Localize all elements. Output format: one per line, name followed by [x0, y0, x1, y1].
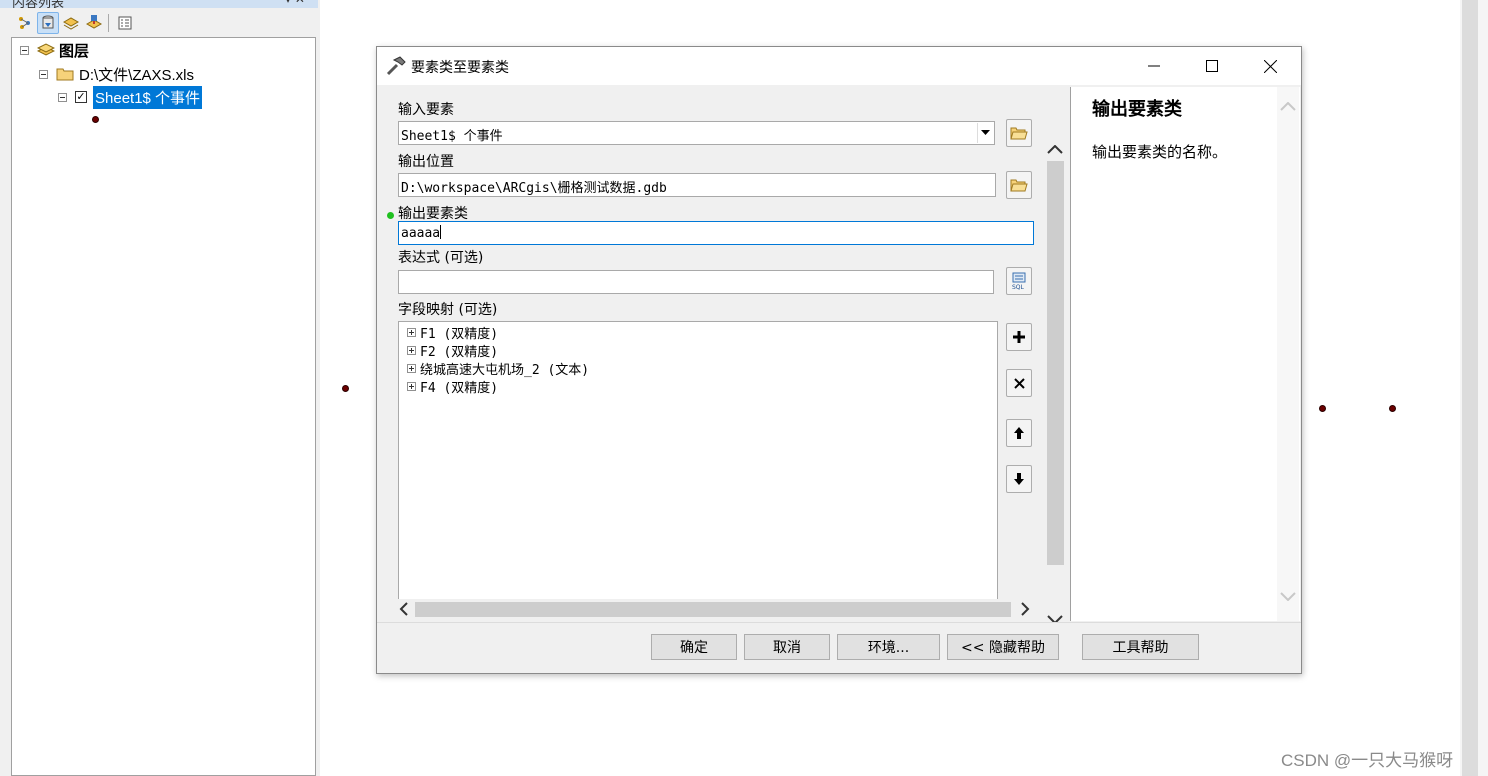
browse-input-button[interactable] — [1006, 119, 1032, 147]
horizontal-scrollbar[interactable] — [395, 599, 1035, 619]
chevron-left-icon[interactable] — [395, 601, 411, 617]
hide-help-button[interactable]: << 隐藏帮助 — [947, 634, 1059, 660]
collapse-icon[interactable] — [20, 45, 29, 55]
collapse-icon[interactable] — [39, 69, 48, 79]
move-down-button[interactable] — [1006, 465, 1032, 493]
tree-item-folder[interactable]: D:\文件\ZAXS.xls — [39, 64, 194, 84]
folder-icon — [56, 68, 74, 81]
input-features-combobox[interactable]: Sheet1$ 个事件 — [398, 121, 995, 145]
layer-point-symbol — [92, 116, 99, 123]
map-point-feature — [1389, 405, 1396, 412]
field-map-list[interactable]: F1 (双精度) F2 (双精度) 绕城高速大屯机场_2 (文本) F4 (双精… — [398, 321, 998, 615]
ok-button[interactable]: 确定 — [651, 634, 737, 660]
vertical-scrollbar[interactable] — [1044, 139, 1066, 627]
expand-icon[interactable] — [407, 327, 416, 337]
chevron-up-icon[interactable] — [1279, 99, 1297, 113]
hammer-icon — [386, 56, 406, 76]
text-cursor — [440, 225, 442, 239]
pin-icon[interactable]: ▾ ✕ — [285, 0, 305, 6]
add-field-button[interactable] — [1006, 323, 1032, 351]
field-map-item[interactable]: F4 (双精度) — [407, 377, 498, 396]
environments-button[interactable]: 环境... — [837, 634, 940, 660]
help-title: 输出要素类 — [1092, 99, 1182, 120]
tree-item-layer[interactable]: ✓ Sheet1$ 个事件 — [58, 85, 203, 109]
output-feature-class-value: aaaaa — [401, 226, 441, 241]
feature-class-to-feature-class-dialog: 要素类至要素类 输入要素 Sheet1$ 个事件 输出位置 D:\workspa… — [376, 46, 1302, 674]
field-map-item[interactable]: 绕城高速大屯机场_2 (文本) — [407, 359, 589, 378]
field-map-item[interactable]: F2 (双精度) — [407, 341, 498, 360]
chevron-right-icon[interactable] — [1017, 601, 1033, 617]
tree-item-layers[interactable]: 图层 — [20, 40, 89, 60]
chevron-down-icon[interactable] — [977, 123, 993, 143]
svg-text:SQL: SQL — [1012, 284, 1025, 290]
tree-label-layer[interactable]: Sheet1$ 个事件 — [93, 85, 203, 109]
toc-title: 内容列表 — [12, 0, 65, 8]
delete-icon — [1013, 377, 1025, 389]
list-by-drawing-order-icon[interactable] — [14, 12, 36, 34]
expand-icon[interactable] — [407, 363, 416, 373]
maximize-button[interactable] — [1183, 47, 1241, 85]
output-location-label: 输出位置 — [398, 154, 454, 170]
output-location-input[interactable]: D:\workspace\ARCgis\栅格测试数据.gdb — [398, 173, 996, 197]
sql-builder-button[interactable]: SQL — [1006, 267, 1032, 295]
sql-icon: SQL — [1012, 272, 1026, 290]
parameters-pane: 输入要素 Sheet1$ 个事件 输出位置 D:\workspace\ARCgi… — [380, 87, 1069, 624]
move-up-button[interactable] — [1006, 419, 1032, 447]
watermark: CSDN @一只大马猴呀 — [1281, 751, 1454, 770]
chevron-up-icon[interactable] — [1046, 141, 1064, 157]
toc-toolbar — [10, 10, 310, 36]
field-map-item[interactable]: F1 (双精度) — [407, 323, 498, 342]
input-features-label: 输入要素 — [398, 102, 454, 118]
map-vertical-scrollbar[interactable] — [1460, 0, 1488, 776]
open-folder-icon — [1010, 127, 1028, 140]
open-folder-icon — [1010, 179, 1028, 192]
table-of-contents-panel: 内容列表 ▾ ✕ 图层 D:\文件\ZAXS.xls — [0, 0, 320, 776]
required-indicator-icon — [387, 212, 394, 219]
tree-label-layers: 图层 — [59, 42, 90, 60]
delete-field-button[interactable] — [1006, 369, 1032, 397]
dialog-title-bar[interactable]: 要素类至要素类 — [377, 47, 1301, 85]
layers-icon — [37, 43, 55, 56]
collapse-icon[interactable] — [58, 92, 67, 102]
tool-help-button[interactable]: 工具帮助 — [1082, 634, 1199, 660]
browse-output-location-button[interactable] — [1006, 171, 1032, 199]
plus-icon — [1013, 331, 1025, 343]
chevron-down-icon[interactable] — [1279, 589, 1297, 603]
expand-icon[interactable] — [407, 381, 416, 391]
help-scrollbar[interactable] — [1277, 87, 1299, 621]
field-map-label: 字段映射 (可选) — [398, 302, 498, 318]
map-point-feature — [342, 385, 349, 392]
minimize-button[interactable] — [1125, 47, 1183, 85]
expression-label: 表达式 (可选) — [398, 250, 484, 266]
arrow-up-icon — [1014, 427, 1024, 439]
help-pane: 输出要素类 输出要素类的名称。 — [1070, 87, 1300, 621]
options-icon[interactable] — [114, 12, 136, 34]
output-feature-class-label: 输出要素类 — [398, 206, 468, 222]
dialog-title: 要素类至要素类 — [411, 60, 509, 76]
tree-label-folder: D:\文件\ZAXS.xls — [79, 66, 195, 84]
help-body: 输出要素类的名称。 — [1092, 143, 1228, 161]
list-by-visibility-icon[interactable] — [60, 12, 82, 34]
arrow-down-icon — [1014, 473, 1024, 485]
list-by-source-icon[interactable] — [37, 12, 59, 34]
map-point-feature — [1319, 405, 1326, 412]
layer-visibility-checkbox[interactable]: ✓ — [75, 91, 87, 103]
output-feature-class-input[interactable]: aaaaa — [398, 221, 1034, 245]
close-button[interactable] — [1241, 47, 1299, 85]
scrollbar-thumb[interactable] — [1047, 161, 1064, 565]
toolbar-separator — [108, 14, 109, 32]
expand-icon[interactable] — [407, 345, 416, 355]
expression-input[interactable] — [398, 270, 994, 294]
dialog-button-bar: 确定 取消 环境... << 隐藏帮助 工具帮助 — [377, 622, 1301, 673]
toc-title-bar: 内容列表 ▾ ✕ — [0, 0, 318, 8]
cancel-button[interactable]: 取消 — [744, 634, 830, 660]
layer-tree: 图层 D:\文件\ZAXS.xls ✓ Sheet1$ 个事件 — [11, 37, 316, 776]
scrollbar-thumb[interactable] — [415, 602, 1011, 617]
input-features-value: Sheet1$ 个事件 — [401, 129, 503, 144]
list-by-selection-icon[interactable] — [83, 12, 105, 34]
